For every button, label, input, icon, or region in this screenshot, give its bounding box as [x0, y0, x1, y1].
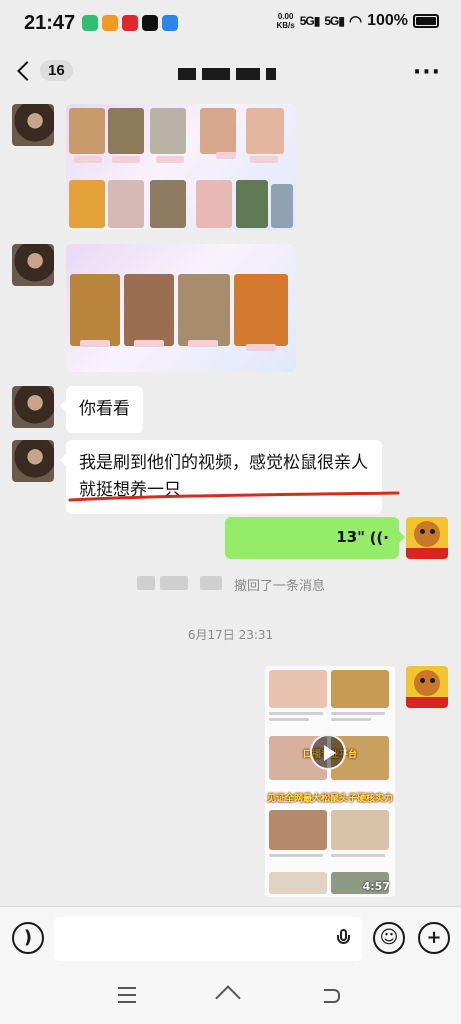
status-time: 21:47 [24, 12, 76, 34]
system-nav-bar [0, 970, 461, 1024]
voice-toggle-icon[interactable]: ) [12, 922, 44, 954]
plus-icon[interactable]: + [418, 922, 450, 954]
squirrel-photo [69, 180, 105, 228]
voice-message[interactable]: 13" ((· [225, 517, 405, 559]
voice-duration: 13" [336, 528, 365, 546]
my-avatar[interactable] [406, 666, 448, 708]
signal-2-icon: 5G▮ [324, 14, 345, 28]
contact-avatar[interactable] [12, 386, 54, 428]
squirrel-photo [234, 274, 288, 346]
recent-apps-icon[interactable] [118, 987, 140, 1007]
chat-title-redacted [178, 68, 284, 82]
unread-count-badge: 16 [40, 60, 73, 81]
my-avatar[interactable] [406, 517, 448, 559]
squirrel-photo [150, 180, 186, 228]
net-speed: 0.00 KB/s [276, 12, 295, 30]
wifi-icon: ◠ [348, 13, 363, 30]
image-message[interactable] [66, 244, 296, 372]
squirrel-photo [246, 108, 284, 154]
squirrel-photo [200, 108, 236, 154]
recall-notice: 撤回了一条消息 [0, 570, 461, 598]
status-bar: 21:47 0.00 KB/s 5G▮ 5G▮ ◠ 100% [0, 0, 461, 48]
signal-1-icon: 5G▮ [299, 14, 321, 28]
battery-icon [413, 14, 439, 28]
contact-avatar[interactable] [12, 440, 54, 482]
text-message[interactable]: 你看看 [60, 386, 143, 433]
squirrel-photo [150, 108, 186, 154]
contact-avatar[interactable] [12, 104, 54, 146]
chat-history[interactable]: 你看看 我是刷到他们的视频，感觉松鼠很亲人就挺想养一只 13" ((· 撤回了一… [0, 100, 461, 906]
play-icon[interactable] [310, 734, 346, 770]
squirrel-photo [178, 274, 230, 346]
voice-wave-icon: ((· [369, 529, 389, 547]
message-input[interactable] [54, 917, 362, 961]
video-duration: 4:57 [362, 880, 390, 893]
emoji-icon[interactable]: ☺ [373, 922, 405, 954]
chat-header: 16 ··· [0, 48, 461, 100]
video-banner-2: 见证全网最大松鼠头子硬核实力 [266, 794, 393, 804]
squirrel-photo [196, 180, 232, 228]
squirrel-photo [124, 274, 174, 346]
app-notification-icon [82, 15, 98, 31]
app-notification-icon [162, 15, 178, 31]
app-notification-icon [102, 15, 118, 31]
squirrel-photo [108, 180, 144, 228]
image-message[interactable] [66, 104, 296, 230]
home-icon[interactable] [215, 985, 241, 1011]
app-notification-icon [142, 15, 158, 31]
squirrel-photo [108, 108, 144, 154]
input-bar: ) ☺ + [0, 906, 461, 970]
status-indicators: 0.00 KB/s 5G▮ 5G▮ ◠ 100% [276, 12, 439, 30]
more-options-button[interactable]: ··· [413, 60, 441, 85]
red-underline-annotation [68, 491, 400, 502]
recall-notice-text: 撤回了一条消息 [234, 579, 326, 594]
status-app-icons [82, 15, 178, 31]
squirrel-photo [70, 274, 120, 346]
mic-icon[interactable] [337, 929, 350, 949]
squirrel-photo [236, 180, 268, 228]
back-button[interactable]: 16 [12, 60, 73, 81]
chevron-left-icon [17, 60, 37, 81]
app-notification-icon [122, 15, 138, 31]
back-nav-icon[interactable] [322, 987, 344, 1007]
battery-percent: 100% [367, 12, 408, 29]
squirrel-photo [69, 108, 105, 154]
video-message[interactable]: 口播专业平台 见证全网最大松鼠头子硬核实力 4:57 [265, 666, 395, 897]
squirrel-photo [271, 184, 293, 228]
contact-avatar[interactable] [12, 244, 54, 286]
message-timestamp: 6月17日 23:31 [187, 628, 274, 642]
